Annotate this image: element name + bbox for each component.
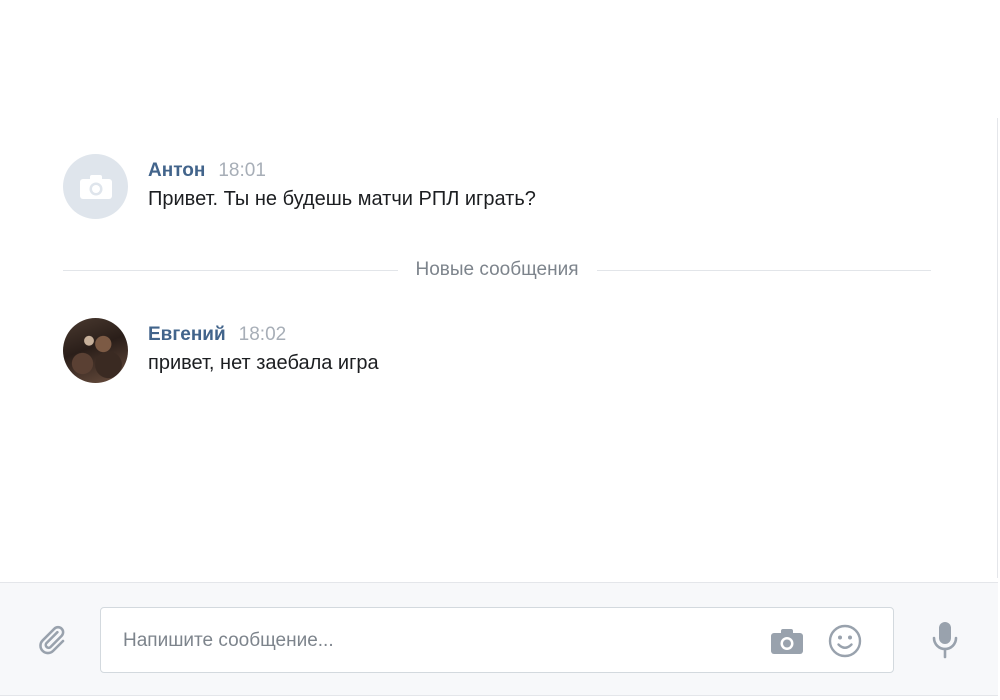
author-name[interactable]: Евгений xyxy=(148,324,226,346)
avatar[interactable] xyxy=(63,154,128,219)
microphone-icon xyxy=(932,622,958,659)
message-input[interactable] xyxy=(121,608,745,674)
camera-button[interactable] xyxy=(769,624,805,658)
message-composer xyxy=(0,582,998,696)
voice-message-button[interactable] xyxy=(928,619,962,661)
message-item: Евгений 18:02 привет, нет заебала игра xyxy=(63,318,379,383)
message-input-box xyxy=(100,607,894,674)
message-text: привет, нет заебала игра xyxy=(148,352,379,374)
message-header: Антон 18:01 xyxy=(148,160,536,182)
divider-line xyxy=(596,269,931,271)
message-text: Привет. Ты не будешь матчи РПЛ играть? xyxy=(148,188,536,210)
message-time[interactable]: 18:02 xyxy=(239,324,287,346)
message-item: Антон 18:01 Привет. Ты не будешь матчи Р… xyxy=(63,154,536,219)
avatar[interactable] xyxy=(63,318,128,383)
message-body: Евгений 18:02 привет, нет заебала игра xyxy=(148,318,379,375)
author-name[interactable]: Антон xyxy=(148,160,205,182)
divider-line xyxy=(63,269,398,271)
message-header: Евгений 18:02 xyxy=(148,324,379,346)
message-time[interactable]: 18:01 xyxy=(218,160,266,182)
chat-window: Антон 18:01 Привет. Ты не будешь матчи Р… xyxy=(0,0,1000,700)
camera-icon xyxy=(771,629,803,654)
message-body: Антон 18:01 Привет. Ты не будешь матчи Р… xyxy=(148,154,536,211)
attach-button[interactable] xyxy=(32,621,70,659)
smile-icon xyxy=(828,624,862,658)
chat-history: Антон 18:01 Привет. Ты не будешь матчи Р… xyxy=(0,118,998,696)
camera-placeholder-icon xyxy=(79,174,112,199)
paperclip-icon xyxy=(39,625,65,655)
emoji-button[interactable] xyxy=(827,623,863,659)
divider-label: Новые сообщения xyxy=(415,259,579,280)
new-messages-divider: Новые сообщения xyxy=(63,258,931,282)
